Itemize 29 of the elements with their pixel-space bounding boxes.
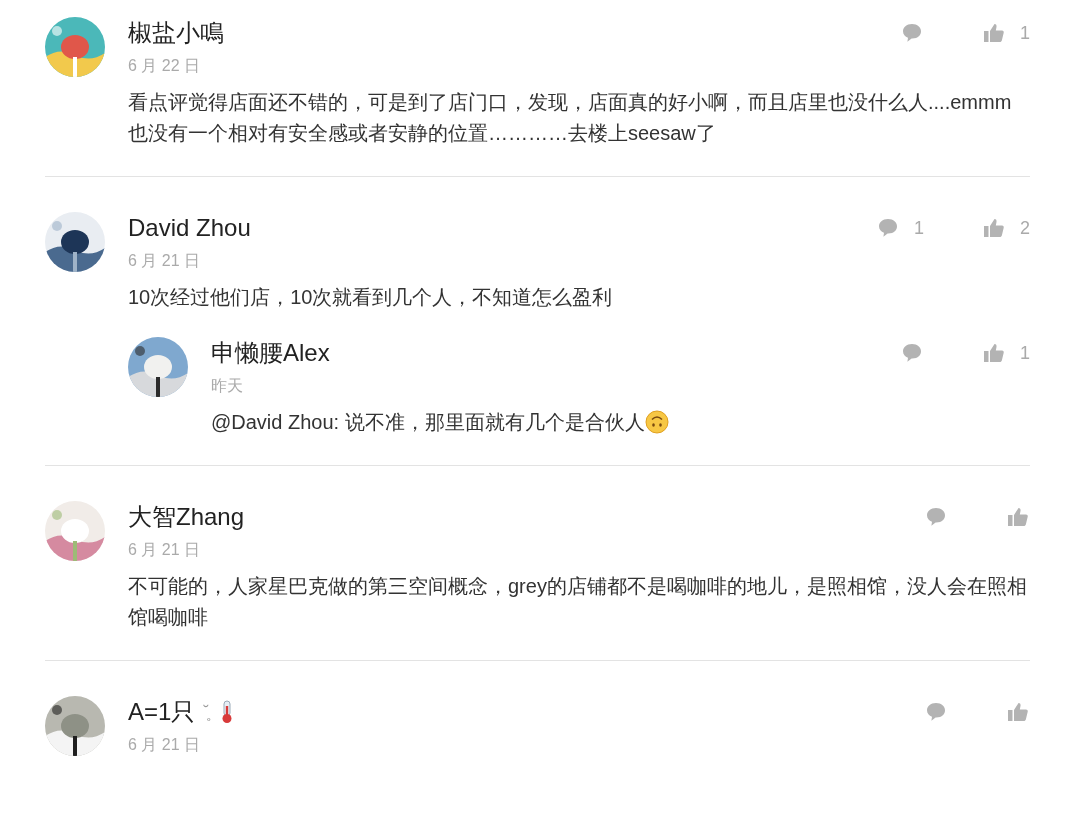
thumbs-up-icon: [982, 341, 1006, 365]
like-count: 2: [1020, 217, 1030, 239]
comment-date: 昨天: [211, 376, 244, 396]
comment-text: 不可能的，人家星巴克做的第三空间概念，grey的店铺都不是喝咖啡的地儿，是照相馆，没人会在照相馆喝咖啡: [128, 575, 1027, 628]
name-decoration: ˘̥: [203, 703, 209, 721]
like-count: 1: [1020, 22, 1030, 44]
comment-date: 6 月 21 日: [128, 735, 202, 755]
author-name[interactable]: 椒盐小鳴: [128, 17, 224, 49]
comment-icon: [900, 341, 924, 365]
comment-text: 看点评觉得店面还不错的，可是到了店门口，发现，店面真的好小啊，而且店里也没什么人....emmm也没有一个相对有安全感或者安静的位置…………去楼上seesaw了: [128, 91, 1012, 144]
author-name[interactable]: 申懒腰Alex: [211, 337, 330, 369]
comment-icon: [924, 700, 948, 724]
reply-count: 1: [913, 217, 924, 239]
comment-date: 6 月 22 日: [128, 56, 202, 76]
emoji-icon: [644, 410, 669, 434]
comment-date: 6 月 21 日: [128, 251, 202, 271]
thumbs-up-icon: [982, 21, 1006, 45]
author-name[interactable]: David Zhou: [128, 212, 251, 244]
comment-icon: [900, 21, 924, 45]
author-name[interactable]: 大智Zhang: [128, 501, 245, 533]
comment-text: @David Zhou: 说不准，那里面就有几个是合伙人: [211, 411, 645, 433]
thumbs-up-icon: [1006, 505, 1030, 529]
like-count: 1: [1020, 342, 1030, 364]
comment-text: 10次经过他们店，10次就看到几个人，不知道怎么盈利: [128, 286, 613, 308]
thumbs-up-icon: [982, 216, 1006, 240]
comment-icon: [924, 505, 948, 529]
comment-date: 6 月 21 日: [128, 540, 202, 560]
author-name[interactable]: A=1只: [128, 696, 196, 728]
thumbs-up-icon: [1006, 700, 1030, 724]
